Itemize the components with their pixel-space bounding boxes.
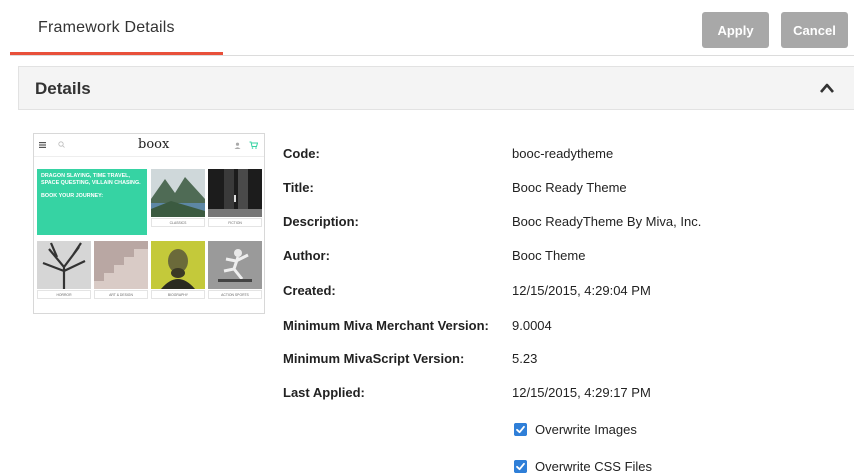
author-value: Booc Theme bbox=[512, 248, 586, 263]
code-value: booc-readytheme bbox=[512, 146, 614, 161]
tile-caption: BIOGRAPHY bbox=[151, 290, 205, 299]
tile-caption: CLASSICS bbox=[151, 218, 205, 227]
code-label: Code: bbox=[283, 146, 320, 161]
corridor-image bbox=[208, 169, 262, 217]
thumbnail-tile: HORROR bbox=[37, 241, 91, 299]
last-applied-label: Last Applied: bbox=[283, 385, 365, 400]
user-icon bbox=[234, 142, 241, 149]
details-section-header[interactable]: Details bbox=[18, 66, 854, 110]
apply-button[interactable]: Apply bbox=[702, 12, 769, 48]
portrait-image bbox=[151, 241, 205, 289]
thumbnail-tile: BIOGRAPHY bbox=[151, 241, 205, 299]
description-value: Booc ReadyTheme By Miva, Inc. bbox=[512, 214, 702, 229]
overwrite-css-checkbox[interactable] bbox=[514, 460, 527, 473]
min-mivascript-version-value: 5.23 bbox=[512, 351, 538, 366]
thumbnail-nav: boox bbox=[34, 134, 264, 157]
overwrite-images-label: Overwrite Images bbox=[535, 422, 637, 437]
cart-icon bbox=[249, 141, 258, 149]
title-label: Title: bbox=[283, 180, 314, 195]
cancel-button[interactable]: Cancel bbox=[781, 12, 848, 48]
thumbnail-tile: CLASSICS bbox=[151, 169, 205, 227]
tile-caption: ART & DESIGN bbox=[94, 290, 148, 299]
thumbnail-hero: DRAGON SLAYING, TIME TRAVEL, SPACE QUEST… bbox=[37, 169, 147, 235]
overwrite-css-label: Overwrite CSS Files bbox=[535, 459, 653, 474]
stairs-image bbox=[94, 241, 148, 289]
thumbnail-tile: ACTION SPORTS bbox=[208, 241, 262, 299]
chevron-up-icon[interactable] bbox=[819, 81, 835, 95]
created-label: Created: bbox=[283, 283, 336, 298]
thumbnail-logo: boox bbox=[138, 137, 170, 152]
tree-image bbox=[37, 241, 91, 289]
min-merchant-version-label: Minimum Miva Merchant Version: bbox=[283, 318, 489, 333]
tab-bar: Framework Details Apply Cancel bbox=[0, 0, 854, 56]
description-label: Description: bbox=[283, 214, 359, 229]
theme-thumbnail: boox DRAGON SLAYING, TIME TRAVEL, SPACE … bbox=[33, 133, 265, 314]
hero-text: DRAGON SLAYING, TIME TRAVEL, SPACE QUEST… bbox=[41, 173, 141, 187]
landscape-image bbox=[151, 169, 205, 217]
title-value: Booc Ready Theme bbox=[512, 180, 627, 195]
last-applied-value: 12/15/2015, 4:29:17 PM bbox=[512, 385, 651, 400]
author-label: Author: bbox=[283, 248, 330, 263]
tab-framework-details[interactable]: Framework Details bbox=[38, 19, 175, 37]
skater-image bbox=[208, 241, 262, 289]
section-title: Details bbox=[35, 79, 91, 98]
hero-cta: BOOK YOUR JOURNEY: bbox=[41, 192, 104, 199]
thumbnail-tile: FICTION bbox=[208, 169, 262, 227]
search-icon bbox=[58, 141, 65, 148]
min-merchant-version-value: 9.0004 bbox=[512, 318, 552, 333]
overwrite-images-checkbox[interactable] bbox=[514, 423, 527, 436]
menu-icon bbox=[39, 142, 46, 148]
tile-caption: ACTION SPORTS bbox=[208, 290, 262, 299]
created-value: 12/15/2015, 4:29:04 PM bbox=[512, 283, 651, 298]
min-mivascript-version-label: Minimum MivaScript Version: bbox=[283, 351, 465, 366]
tile-caption: FICTION bbox=[208, 218, 262, 227]
divider bbox=[10, 55, 854, 56]
tile-caption: HORROR bbox=[37, 290, 91, 299]
thumbnail-tile: ART & DESIGN bbox=[94, 241, 148, 299]
